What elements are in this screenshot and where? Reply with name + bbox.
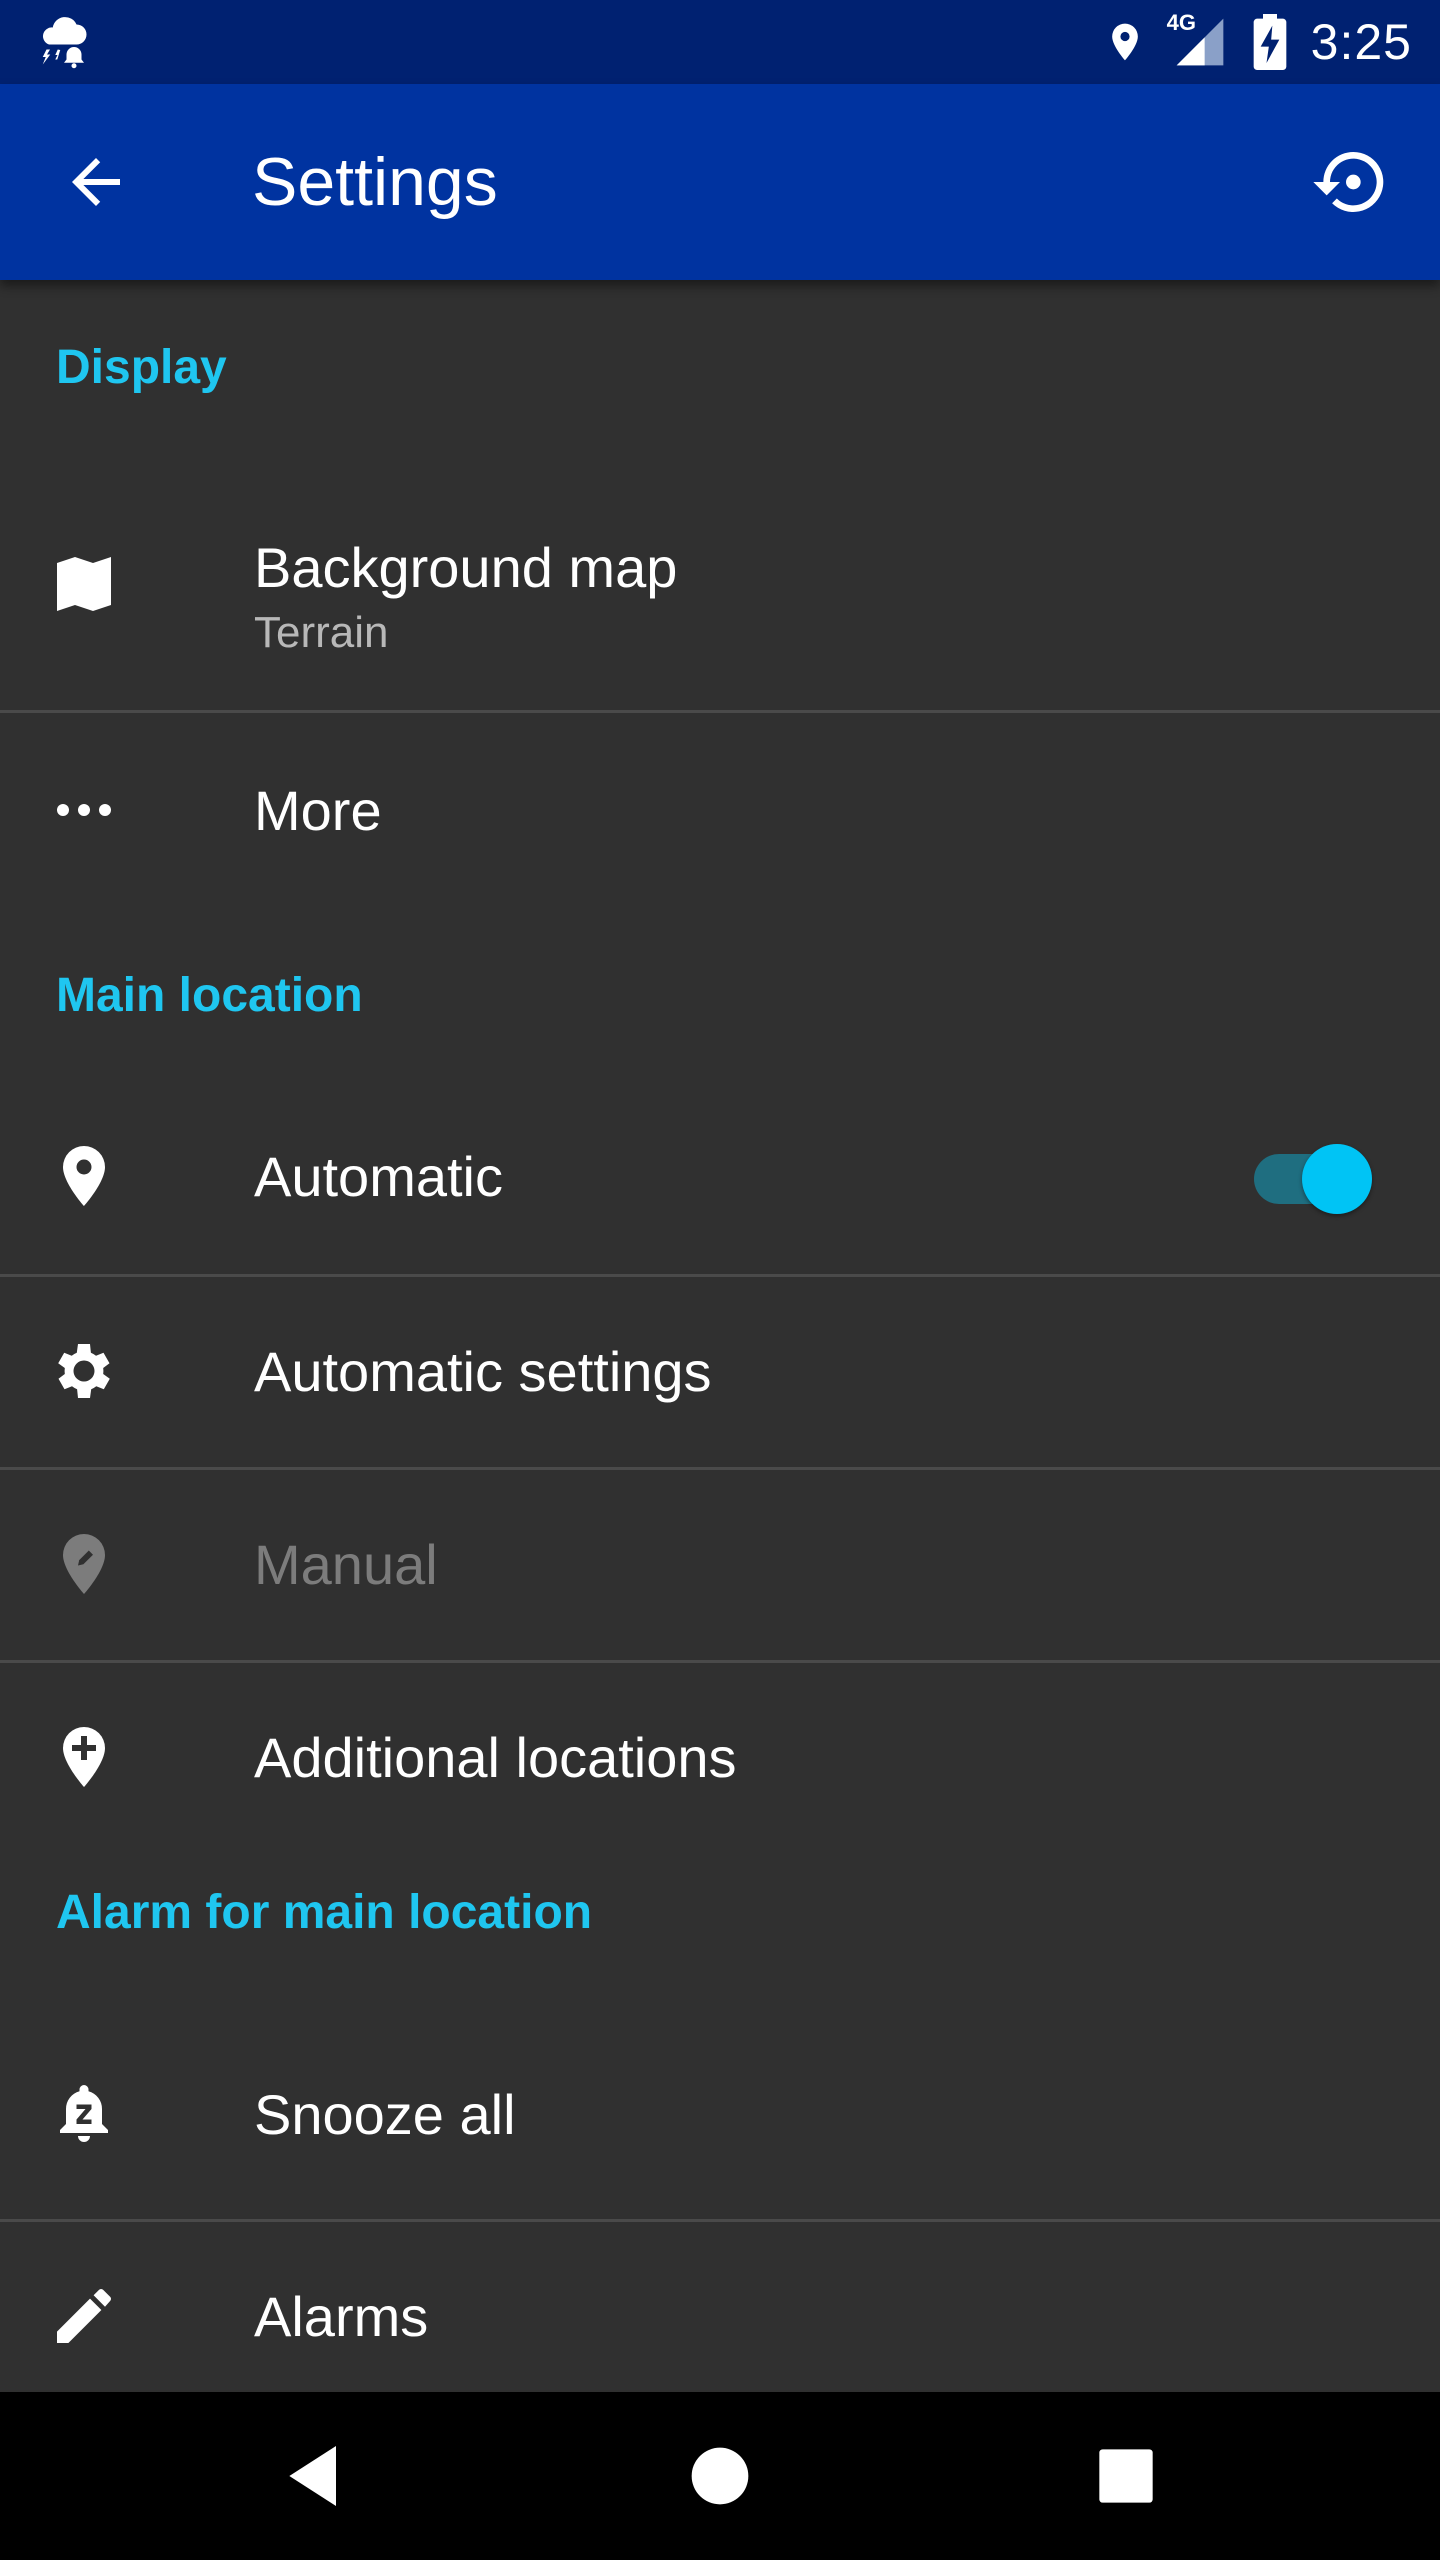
pref-label: Background map <box>254 536 678 599</box>
pref-label: Additional locations <box>254 1726 737 1789</box>
pref-alarms[interactable]: Alarms <box>0 2222 1440 2392</box>
map-icon <box>48 548 120 620</box>
pref-manual: Manual <box>0 1470 1440 1660</box>
battery-charging-icon <box>1253 14 1287 70</box>
home-circle-icon[interactable] <box>680 2436 760 2516</box>
restore-icon[interactable] <box>1310 142 1390 222</box>
more-horiz-icon <box>48 774 120 846</box>
weather-alert-icon <box>34 12 94 72</box>
pref-snooze-all[interactable]: Snooze all <box>0 2020 1440 2210</box>
section-header-display: Display <box>56 341 227 394</box>
add-location-icon <box>48 1721 120 1793</box>
toggle-thumb <box>1302 1144 1372 1214</box>
pref-more[interactable]: More <box>0 713 1440 903</box>
pref-automatic-settings[interactable]: Automatic settings <box>0 1277 1440 1467</box>
snooze-icon <box>48 2076 120 2148</box>
edit-location-icon <box>48 1528 120 1600</box>
recents-square-icon[interactable] <box>1086 2436 1166 2516</box>
pref-automatic[interactable]: Automatic <box>0 1080 1440 1270</box>
pref-label: Snooze all <box>254 2083 516 2146</box>
settings-list: Display Background map Terrain More Main… <box>0 280 1440 2392</box>
pref-label: More <box>254 779 382 842</box>
navigation-bar <box>0 2392 1440 2560</box>
gear-icon <box>48 1335 120 1407</box>
back-triangle-icon[interactable] <box>276 2436 356 2516</box>
status-time: 3:25 <box>1310 14 1412 70</box>
page-title: Settings <box>252 144 498 220</box>
network-type-label: 4G <box>1166 10 1197 35</box>
location-pin-icon <box>48 1140 120 1212</box>
section-header-main-location: Main location <box>56 969 363 1022</box>
pref-label: Alarms <box>254 2285 429 2348</box>
app-bar: Settings <box>0 84 1440 280</box>
section-header-alarm: Alarm for main location <box>56 1886 593 1939</box>
pref-label: Automatic <box>254 1145 503 1208</box>
signal-icon: 4G <box>1167 10 1231 70</box>
pref-background-map[interactable]: Background map Terrain <box>0 490 1440 690</box>
pref-additional-locations[interactable]: Additional locations <box>0 1663 1440 1853</box>
pref-label: Manual <box>254 1533 438 1596</box>
pref-label: Automatic settings <box>254 1340 712 1403</box>
status-bar: 4G 3:25 <box>0 0 1440 84</box>
automatic-toggle[interactable] <box>1254 1136 1374 1214</box>
pencil-icon <box>48 2280 120 2352</box>
arrow-back-icon[interactable] <box>60 146 132 218</box>
location-pin-icon <box>1103 15 1147 69</box>
pref-summary: Terrain <box>254 608 389 657</box>
